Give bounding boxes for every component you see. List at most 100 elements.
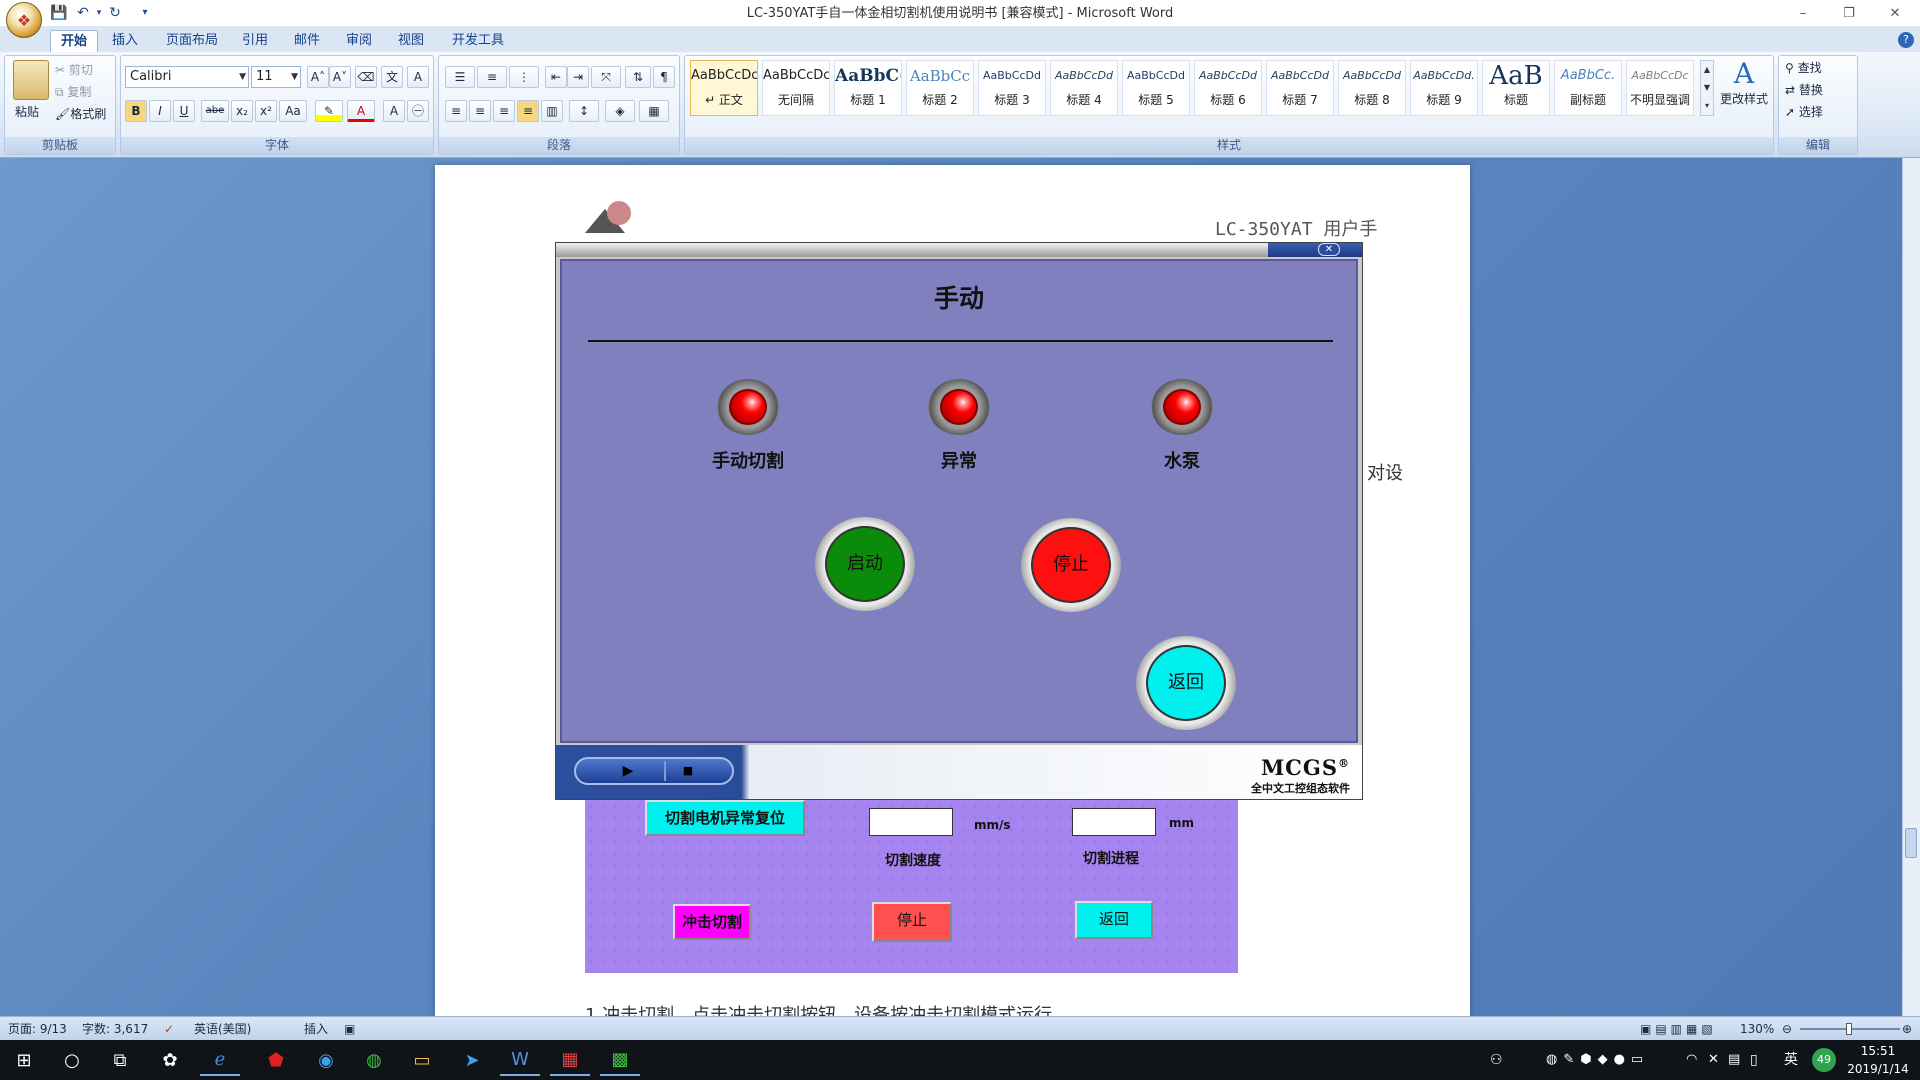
shading-icon[interactable]: ◈ bbox=[605, 100, 635, 122]
impact-cut-button[interactable]: 冲击切割 bbox=[673, 904, 751, 940]
scrollbar-thumb[interactable] bbox=[1905, 828, 1917, 858]
style-item[interactable]: AaBbCcDc 不明显强调 bbox=[1626, 60, 1694, 116]
insert-mode[interactable]: 插入 bbox=[304, 1017, 328, 1041]
style-item[interactable]: AaBbCcDd. 标题 9 bbox=[1410, 60, 1478, 116]
zoom-level[interactable]: 130% bbox=[1740, 1017, 1774, 1041]
panel-stop-button[interactable]: 停止 bbox=[872, 902, 952, 942]
decrease-indent-icon[interactable]: ⇤ bbox=[545, 66, 567, 88]
tab-view[interactable]: 视图 bbox=[388, 30, 434, 52]
style-item[interactable]: AaBbCc. 副标题 bbox=[1554, 60, 1622, 116]
vertical-scrollbar[interactable] bbox=[1902, 158, 1920, 1016]
change-case-button[interactable]: Aa bbox=[279, 100, 307, 122]
mcgs-close-button[interactable]: ✕ bbox=[1318, 243, 1340, 256]
page-count[interactable]: 页面: 9/13 bbox=[8, 1017, 67, 1041]
grow-font-button[interactable]: A˄ bbox=[307, 66, 329, 88]
find-button[interactable]: ⚲ 查找 bbox=[1785, 58, 1822, 78]
style-item[interactable]: AaBbCcDd 标题 8 bbox=[1338, 60, 1406, 116]
char-shading-icon[interactable]: A bbox=[383, 100, 405, 122]
font-size-combo[interactable]: 11 ▼ bbox=[251, 66, 301, 88]
motor-reset-button[interactable]: 切割电机异常复位 bbox=[645, 800, 805, 836]
people-icon[interactable]: ⚇ bbox=[1490, 1040, 1503, 1080]
tab-review[interactable]: 审阅 bbox=[336, 30, 382, 52]
paste-icon[interactable] bbox=[13, 60, 49, 100]
style-item[interactable]: AaBbCcDc ↵ 正文 bbox=[690, 60, 758, 116]
highlight-icon[interactable]: ✎ bbox=[315, 100, 343, 122]
language[interactable]: 英语(美国) bbox=[194, 1017, 251, 1041]
word-count[interactable]: 字数: 3,617 bbox=[82, 1017, 148, 1041]
acrobat-icon[interactable]: ⬟ bbox=[256, 1044, 296, 1076]
view-buttons[interactable]: ▣▤▥▦▧ bbox=[1640, 1017, 1717, 1041]
clear-format-icon[interactable]: ⌫ bbox=[355, 66, 377, 88]
cut-button[interactable]: ✂ 剪切 bbox=[55, 60, 93, 80]
office-button[interactable]: ❖ bbox=[6, 2, 42, 38]
cortana-icon[interactable]: ○ bbox=[52, 1044, 92, 1076]
restore-button[interactable]: ❐ bbox=[1826, 0, 1872, 27]
tab-developer[interactable]: 开发工具 bbox=[442, 30, 514, 52]
select-button[interactable]: ➚ 选择 bbox=[1785, 102, 1823, 122]
play-icon[interactable]: ▶ bbox=[618, 762, 638, 780]
font-color-button[interactable]: A bbox=[347, 100, 375, 122]
stop-playback-icon[interactable]: ■ bbox=[678, 762, 698, 780]
tray-icons[interactable]: ◍✎⬢◆●▭ bbox=[1546, 1040, 1649, 1080]
tab-home[interactable]: 开始 bbox=[50, 30, 99, 52]
style-item[interactable]: AaBbCcDd 标题 3 bbox=[978, 60, 1046, 116]
enclose-char-icon[interactable]: ㊀ bbox=[407, 100, 429, 122]
zoom-in-icon[interactable]: ⊕ bbox=[1902, 1017, 1912, 1041]
tab-mailings[interactable]: 邮件 bbox=[284, 30, 330, 52]
align-right-icon[interactable]: ≡ bbox=[493, 100, 515, 122]
copy-button[interactable]: ⧉ 复制 bbox=[55, 82, 91, 102]
zoom-slider-thumb[interactable] bbox=[1846, 1023, 1852, 1035]
windows-start-icon[interactable]: ⊞ bbox=[4, 1044, 44, 1076]
superscript-button[interactable]: x² bbox=[255, 100, 277, 122]
distribute-icon[interactable]: ▥ bbox=[541, 100, 563, 122]
wifi-icon[interactable]: ◠ bbox=[1686, 1040, 1697, 1080]
word-app-icon[interactable]: W bbox=[500, 1044, 540, 1076]
volume-muted-icon[interactable]: ✕ bbox=[1708, 1040, 1719, 1080]
change-styles-button[interactable]: A 更改样式 bbox=[1718, 58, 1770, 120]
bullets-icon[interactable]: ☰ bbox=[445, 66, 475, 88]
pinwheel-app-icon[interactable]: ✿ bbox=[150, 1044, 190, 1076]
style-item[interactable]: AaB 标题 bbox=[1482, 60, 1550, 116]
style-item[interactable]: AaBbCcDd 标题 7 bbox=[1266, 60, 1334, 116]
battery-icon[interactable]: ▯ bbox=[1750, 1040, 1758, 1080]
file-explorer-icon[interactable]: ▭ bbox=[402, 1044, 442, 1076]
cut-progress-input[interactable] bbox=[1072, 808, 1156, 836]
macro-icon[interactable]: ▣ bbox=[344, 1017, 355, 1041]
phonetic-guide-icon[interactable]: 文 bbox=[381, 66, 403, 88]
messenger-icon[interactable]: ➤ bbox=[452, 1044, 492, 1076]
tab-insert[interactable]: 插入 bbox=[102, 30, 148, 52]
style-item[interactable]: AaBbC(标题 1 bbox=[834, 60, 902, 116]
style-item[interactable]: AaBbCcDd 标题 5 bbox=[1122, 60, 1190, 116]
style-item[interactable]: AaBbCcDd 标题 4 bbox=[1050, 60, 1118, 116]
bold-button[interactable]: B bbox=[125, 100, 147, 122]
style-item[interactable]: AaBbCcDd 标题 6 bbox=[1194, 60, 1262, 116]
task-view-icon[interactable]: ⧉ bbox=[100, 1044, 140, 1076]
increase-indent-icon[interactable]: ⇥ bbox=[567, 66, 589, 88]
tab-page-layout[interactable]: 页面布局 bbox=[156, 30, 228, 52]
proofing-icon[interactable]: ✓ bbox=[164, 1017, 174, 1041]
return-button[interactable]: 返回 bbox=[1136, 636, 1236, 730]
panel-return-button[interactable]: 返回 bbox=[1075, 901, 1153, 939]
shrink-font-button[interactable]: A˅ bbox=[329, 66, 351, 88]
style-item[interactable]: AaBbCc 标题 2 bbox=[906, 60, 974, 116]
style-item[interactable]: AaBbCcDc 无间隔 bbox=[762, 60, 830, 116]
subscript-button[interactable]: x₂ bbox=[231, 100, 253, 122]
align-center-icon[interactable]: ≡ bbox=[469, 100, 491, 122]
mcgs-app-icon[interactable]: ▦ bbox=[550, 1044, 590, 1076]
multilevel-list-icon[interactable]: ⋮ bbox=[509, 66, 539, 88]
start-button[interactable]: 启动 bbox=[815, 517, 915, 611]
show-marks-icon[interactable]: ¶ bbox=[653, 66, 675, 88]
network-icon[interactable]: ▤ bbox=[1728, 1040, 1740, 1080]
zoom-out-icon[interactable]: ⊖ bbox=[1782, 1017, 1792, 1041]
close-button[interactable]: ✕ bbox=[1872, 0, 1918, 27]
cut-speed-input[interactable] bbox=[869, 808, 953, 836]
underline-button[interactable]: U bbox=[173, 100, 195, 122]
sort-icon[interactable]: ⇅ bbox=[625, 66, 651, 88]
stop-button[interactable]: 停止 bbox=[1021, 518, 1121, 612]
replace-button[interactable]: ⇄ 替换 bbox=[1785, 80, 1823, 100]
font-name-combo[interactable]: Calibri ▼ bbox=[125, 66, 249, 88]
browser-icon[interactable]: ◉ bbox=[306, 1044, 346, 1076]
align-left-icon[interactable]: ≡ bbox=[445, 100, 467, 122]
paste-button[interactable]: 粘贴 bbox=[15, 102, 39, 122]
format-painter-button[interactable]: 🖌格式刷 bbox=[55, 104, 106, 124]
